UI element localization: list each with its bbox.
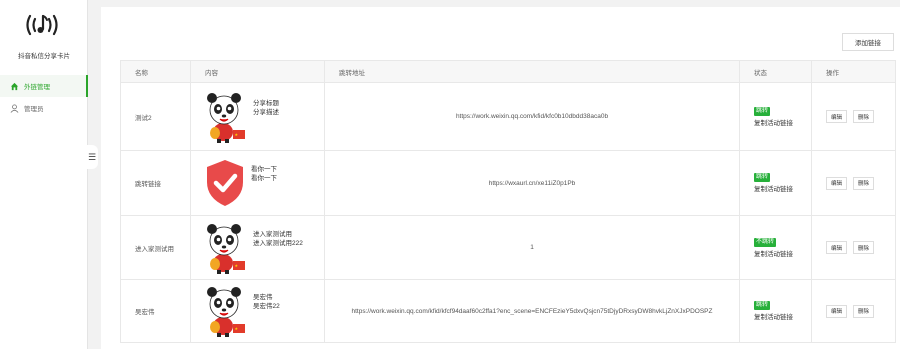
- shield-check-icon: [207, 160, 243, 206]
- row-url: https://work.weixin.qq.com/kfid/kfc0b10d…: [324, 82, 740, 151]
- edit-button[interactable]: 编辑: [826, 241, 847, 254]
- copy-link-action[interactable]: 复制活动链接: [754, 183, 811, 193]
- table-row: 吴宏伟 ★ 吴宏伟 吴宏伟22 https://work.weixin.qq.c…: [120, 279, 896, 343]
- panda-mascot-image: ★: [207, 223, 245, 274]
- share-desc: 吴宏伟22: [253, 303, 280, 310]
- header-status: 状态: [739, 60, 812, 83]
- row-name: 吴宏伟: [120, 279, 191, 343]
- user-icon: [9, 103, 19, 113]
- header-content: 内容: [190, 60, 325, 83]
- status-badge: 跳转: [754, 106, 771, 116]
- edit-button[interactable]: 编辑: [826, 110, 847, 123]
- header-url: 跳转地址: [324, 60, 740, 83]
- row-status: 跳转 复制活动链接: [739, 279, 812, 343]
- svg-text:★: ★: [235, 326, 239, 331]
- app-title: 抖音私信分享卡片: [18, 53, 70, 60]
- links-table: 名称 内容 跳转地址 状态 操作 测试2 ★ 分享标题 分享描述 https:/…: [120, 60, 896, 343]
- status-badge: 跳转: [754, 301, 771, 310]
- row-content: 看你一下 看你一下: [190, 150, 325, 216]
- delete-button[interactable]: 删除: [853, 176, 874, 190]
- sidebar-item-label: 管理员: [24, 106, 44, 113]
- menu-icon: ☰: [87, 151, 97, 162]
- row-name: 跳转链接: [120, 150, 191, 216]
- sidebar-nav: 外链管理 管理员: [0, 75, 88, 119]
- row-url: https://wxaurl.cn/xe11iZ0p1Pb: [324, 150, 740, 216]
- sidebar-item-links[interactable]: 外链管理: [0, 75, 88, 97]
- row-status: 跳转 复制活动链接: [739, 82, 812, 151]
- share-title: 看你一下: [251, 166, 277, 173]
- header-name: 名称: [120, 60, 191, 83]
- panda-mascot-image: ★: [207, 287, 245, 337]
- row-status: 跳转 复制活动链接: [739, 150, 812, 216]
- row-ops: 编辑 删除: [811, 150, 896, 216]
- row-status: 不跳转 复制活动链接: [739, 215, 812, 280]
- row-content: ★ 分享标题 分享描述: [190, 82, 325, 151]
- sidebar: 抖音私信分享卡片 外链管理 管理员: [0, 0, 88, 349]
- row-content: ★ 进入家测试用 进入家测试用222: [190, 215, 325, 280]
- share-desc: 看你一下: [251, 175, 277, 182]
- status-badge: 不跳转: [754, 237, 777, 247]
- share-desc: 分享描述: [253, 108, 279, 116]
- row-name: 进入家测试用: [120, 215, 191, 280]
- sidebar-item-label: 外链管理: [24, 84, 50, 91]
- sidebar-toggle-button[interactable]: ☰: [86, 145, 98, 169]
- main-panel: 添加链接 名称 内容 跳转地址 状态 操作 测试2 ★ 分享标题 分享描述 ht…: [101, 7, 900, 349]
- copy-link-action[interactable]: 复制活动链接: [754, 248, 811, 258]
- table-header-row: 名称 内容 跳转地址 状态 操作: [120, 60, 896, 83]
- delete-button[interactable]: 删除: [853, 304, 874, 318]
- delete-button[interactable]: 删除: [853, 110, 874, 123]
- status-badge: 跳转: [754, 173, 771, 182]
- share-desc: 进入家测试用222: [253, 239, 303, 247]
- svg-text:★: ★: [235, 132, 239, 137]
- sound-wave-icon: [26, 14, 58, 36]
- edit-button[interactable]: 编辑: [826, 304, 847, 318]
- header-ops: 操作: [811, 60, 896, 83]
- delete-button[interactable]: 删除: [853, 241, 874, 254]
- row-url: 1: [324, 215, 740, 280]
- share-title: 分享标题: [253, 99, 279, 107]
- row-content: ★ 吴宏伟 吴宏伟22: [190, 279, 325, 343]
- share-title: 进入家测试用: [253, 230, 292, 238]
- panda-mascot-image: ★: [207, 92, 245, 143]
- sidebar-item-admin[interactable]: 管理员: [0, 97, 88, 119]
- share-title: 吴宏伟: [253, 294, 273, 301]
- svg-text:★: ★: [235, 263, 239, 268]
- edit-button[interactable]: 编辑: [826, 176, 847, 190]
- add-link-button[interactable]: 添加链接: [842, 33, 894, 51]
- row-url: https://work.weixin.qq.com/kfid/kfcf94da…: [324, 279, 740, 343]
- row-ops: 编辑 删除: [811, 279, 896, 343]
- row-name: 测试2: [120, 82, 191, 151]
- table-row: 进入家测试用 ★ 进入家测试用 进入家测试用222 1 不跳转 复制活动链接 编…: [120, 215, 896, 280]
- copy-link-action[interactable]: 复制活动链接: [754, 311, 811, 321]
- row-ops: 编辑 删除: [811, 215, 896, 280]
- table-row: 跳转链接 看你一下 看你一下 https://wxaurl.cn/xe11iZ0…: [120, 150, 896, 216]
- copy-link-action[interactable]: 复制活动链接: [754, 117, 811, 127]
- row-ops: 编辑 删除: [811, 82, 896, 151]
- table-row: 测试2 ★ 分享标题 分享描述 https://work.weixin.qq.c…: [120, 82, 896, 151]
- home-icon: [9, 81, 19, 91]
